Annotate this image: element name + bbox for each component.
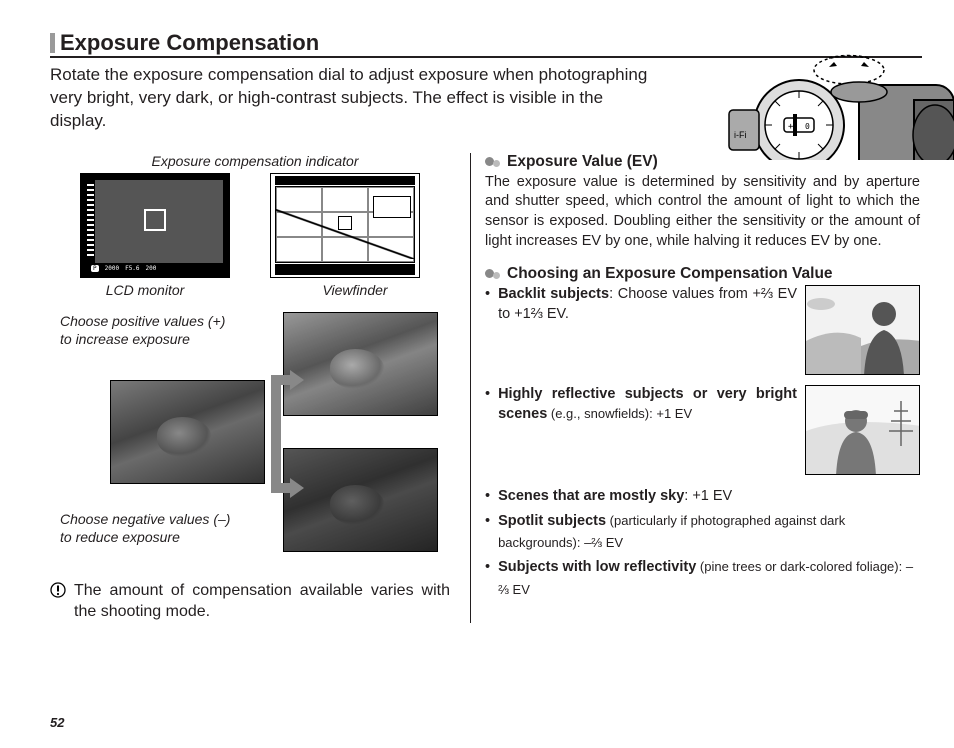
camera-illustration: + 0 i-Fi bbox=[699, 50, 954, 160]
positive-label: Choose positive values (+) to increase e… bbox=[60, 312, 235, 348]
tip-icon bbox=[485, 156, 501, 168]
svg-text:i-Fi: i-Fi bbox=[734, 130, 747, 140]
sample-image-normal bbox=[110, 380, 265, 484]
viewfinder-graphic bbox=[270, 173, 420, 278]
spotlit-label: Spotlit subjects bbox=[498, 513, 606, 529]
scenario-reflective: • Highly reflective subjects or very bri… bbox=[485, 385, 920, 475]
lcd-aperture: F5.6 bbox=[125, 265, 139, 272]
scenario-backlit: • Backlit subjects: Choose values from +… bbox=[485, 285, 920, 375]
left-column: Exposure compensation indicator P 2000 F… bbox=[50, 153, 470, 623]
tip-icon bbox=[485, 268, 501, 280]
indicator-label: Exposure compensation indicator bbox=[60, 153, 450, 169]
backlit-illustration bbox=[805, 285, 920, 375]
lcd-mode: P bbox=[91, 265, 99, 272]
lcd-iso: 200 bbox=[146, 265, 157, 272]
lcd-caption: LCD monitor bbox=[70, 282, 220, 298]
snowfield-illustration bbox=[805, 385, 920, 475]
branching-arrow bbox=[270, 360, 304, 508]
scenario-lowref: • Subjects with low reflectivity (pine t… bbox=[485, 556, 920, 601]
choose-header: Choosing an Exposure Compensation Value bbox=[485, 265, 920, 283]
backlit-label: Backlit subjects bbox=[498, 286, 609, 302]
vf-caption: Viewfinder bbox=[280, 282, 430, 298]
intro-text: Rotate the exposure compensation dial to… bbox=[50, 64, 650, 133]
lowref-label: Subjects with low reflectivity bbox=[498, 559, 696, 575]
reflect-text: (e.g., snowfields): +1 EV bbox=[547, 406, 692, 421]
sky-label: Scenes that are mostly sky bbox=[498, 488, 684, 504]
ev-title: Exposure Value (EV) bbox=[507, 153, 658, 171]
sample-image-dark bbox=[283, 448, 438, 552]
footnote-text: The amount of compensation available var… bbox=[74, 580, 450, 623]
ev-body: The exposure value is determined by sens… bbox=[485, 173, 920, 251]
scenario-sky: • Scenes that are mostly sky: +1 EV bbox=[485, 485, 920, 507]
lcd-monitor-graphic: P 2000 F5.6 200 bbox=[80, 173, 230, 278]
footnote: The amount of compensation available var… bbox=[50, 580, 450, 623]
lcd-shutter: 2000 bbox=[105, 265, 119, 272]
sky-text: : +1 EV bbox=[684, 488, 732, 504]
negative-label: Choose negative values (–) to reduce exp… bbox=[60, 510, 235, 546]
choose-title: Choosing an Exposure Compensation Value bbox=[507, 265, 833, 283]
svg-text:+: + bbox=[788, 122, 794, 132]
caution-icon bbox=[50, 580, 66, 623]
scenario-spotlit: • Spotlit subjects (particularly if phot… bbox=[485, 510, 920, 555]
sample-image-bright bbox=[283, 312, 438, 416]
page-number: 52 bbox=[50, 715, 64, 730]
right-column: Exposure Value (EV) The exposure value i… bbox=[470, 153, 920, 623]
svg-text:0: 0 bbox=[805, 122, 810, 131]
